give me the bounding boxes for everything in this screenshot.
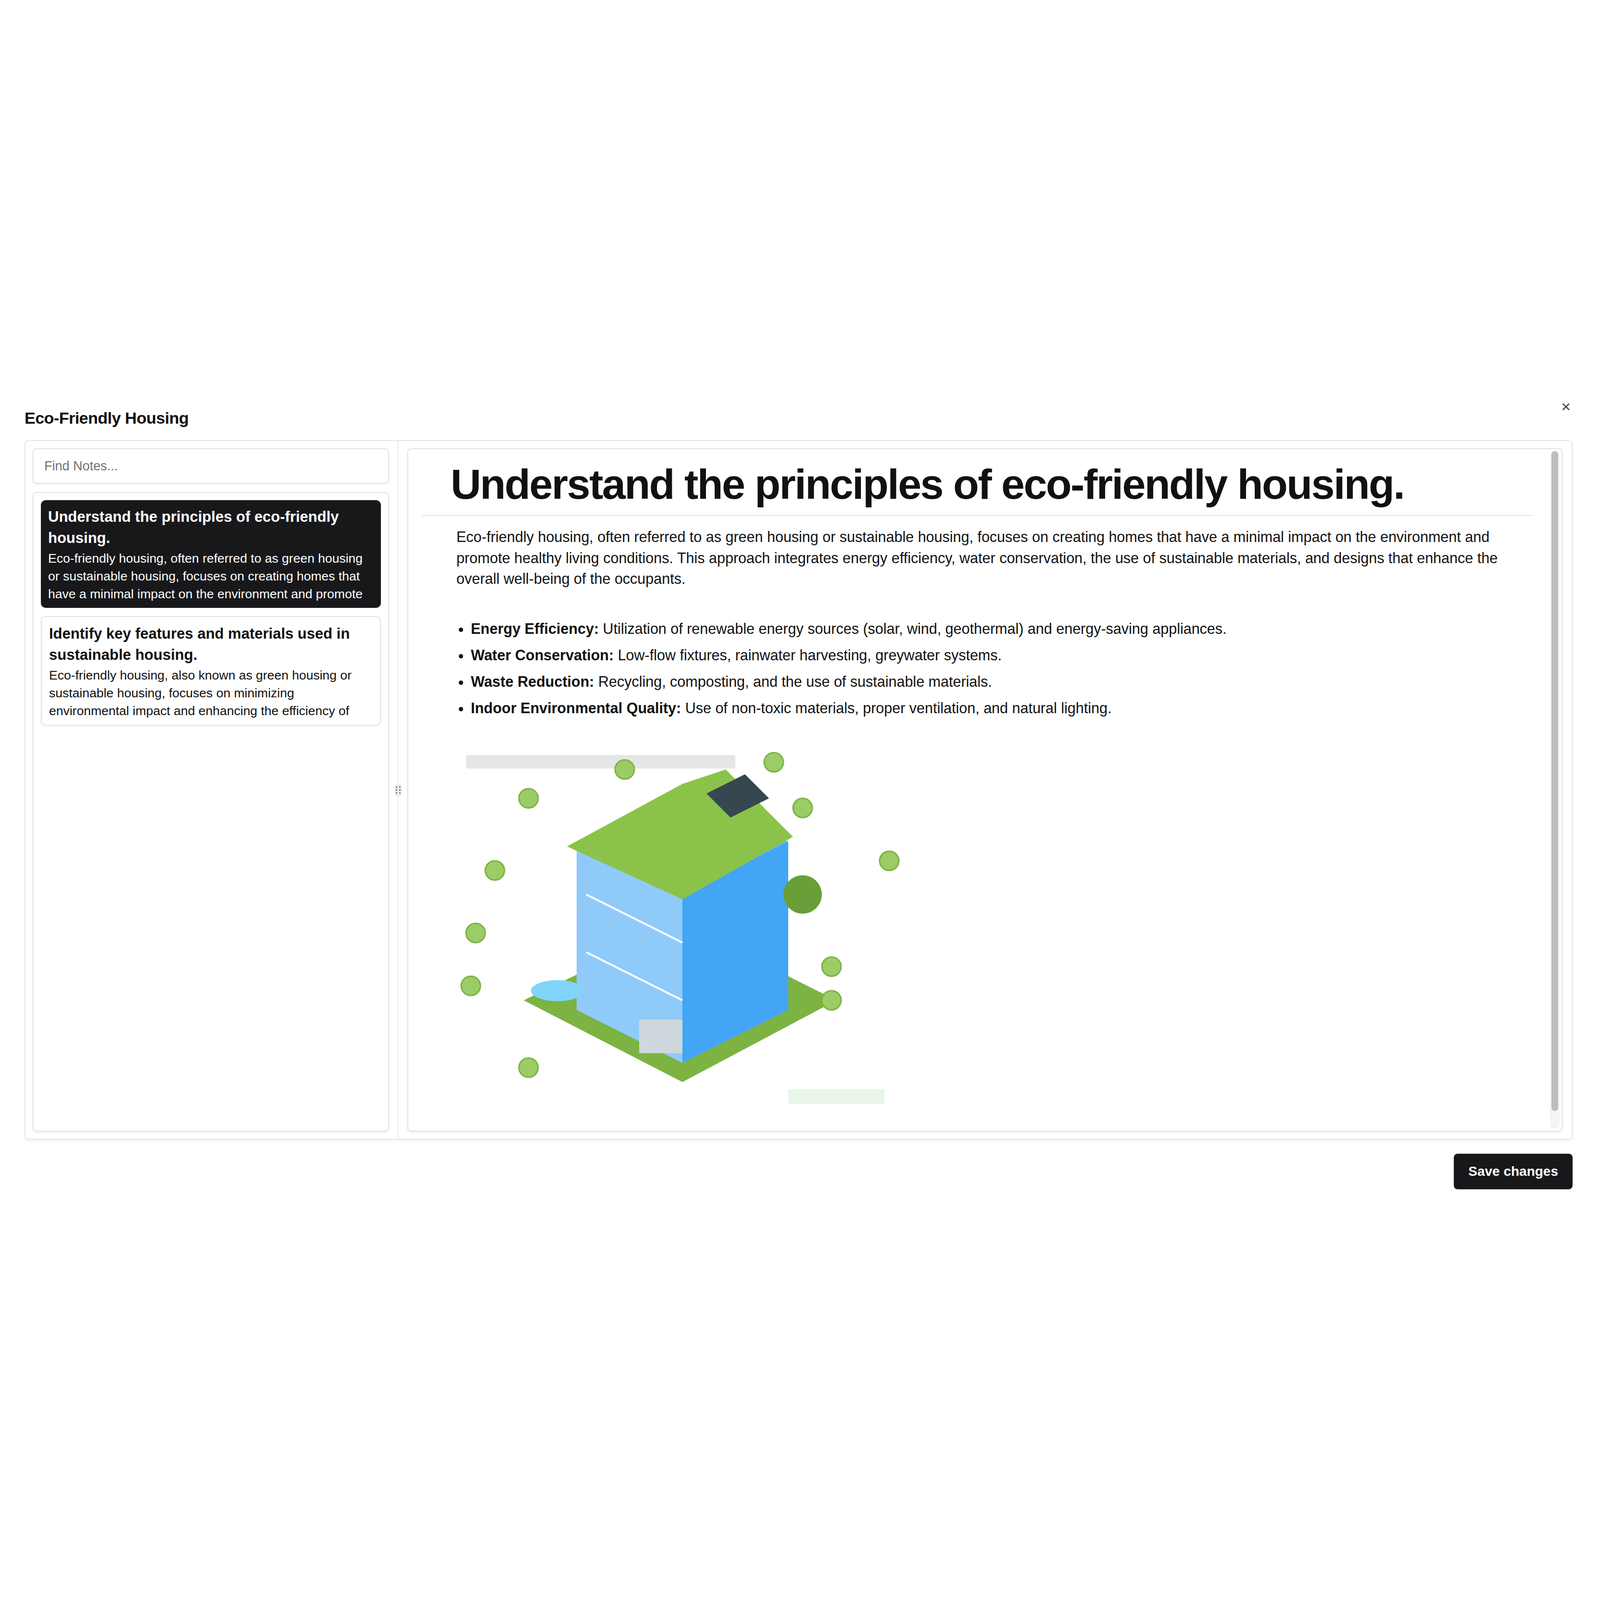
scrollbar[interactable] (1549, 451, 1560, 1129)
bullet-text: Utilization of renewable energy sources … (603, 620, 1227, 637)
search-input[interactable] (32, 448, 390, 484)
bullet-label: Water Conservation: (470, 646, 614, 664)
editor-content[interactable]: Understand the principles of eco-friendl… (408, 449, 1562, 1131)
notes-list: Understand the principles of eco-friendl… (32, 491, 390, 1132)
dialog-title: Eco-Friendly Housing (24, 408, 189, 428)
note-preview: Eco-friendly housing, often referred to … (48, 549, 374, 604)
note-title: Understand the principles of eco-friendl… (48, 506, 374, 549)
bullet-text: Use of non-toxic materials, proper venti… (685, 699, 1112, 717)
dialog: Eco-Friendly Housing× Understand the prin… (0, 403, 1600, 1190)
dialog-footer: Save changes (24, 1153, 1573, 1190)
note-title: Identify key features and materials used… (49, 623, 373, 666)
editor[interactable]: Understand the principles of eco-friendl… (407, 448, 1563, 1132)
note-heading[interactable]: Understand the principles of eco-friendl… (421, 455, 1533, 517)
intro-paragraph[interactable]: Eco-friendly housing, often referred to … (456, 526, 1533, 590)
close-icon[interactable]: × (1559, 398, 1573, 415)
grip-icon[interactable] (394, 784, 402, 796)
bullet-label: Waste Reduction: (470, 673, 594, 690)
bullet-item: Energy Efficiency: Utilization of renewa… (470, 615, 1533, 643)
sidebar: Understand the principles of eco-friendl… (32, 448, 390, 1132)
note-item[interactable]: Identify key features and materials used… (40, 616, 381, 726)
note-body: Eco-friendly housing, often referred to … (421, 526, 1533, 1116)
bullet-item: Waste Reduction: Recycling, composting, … (470, 668, 1533, 695)
resize-divider[interactable] (389, 448, 408, 1132)
bullet-label: Energy Efficiency: (470, 620, 599, 637)
bullet-item: Water Conservation: Low-flow fixtures, r… (470, 642, 1533, 669)
scrollbar-thumb[interactable] (1551, 451, 1559, 1111)
save-button[interactable]: Save changes (1453, 1153, 1573, 1190)
notes-panel: Understand the principles of eco-friendl… (24, 440, 1573, 1140)
note-item[interactable]: Understand the principles of eco-friendl… (40, 500, 381, 608)
bullet-label: Indoor Environmental Quality: (470, 699, 681, 717)
bullet-list: Energy Efficiency: Utilization of renewa… (456, 615, 1533, 722)
note-preview: Eco-friendly housing, also known as gree… (49, 666, 373, 720)
bullet-item: Indoor Environmental Quality: Use of non… (470, 694, 1533, 722)
bullet-text: Recycling, composting, and the use of su… (598, 673, 993, 690)
dialog-header: Eco-Friendly Housing× (24, 403, 1573, 433)
bullet-text: Low-flow fixtures, rainwater harvesting,… (617, 646, 1002, 664)
infographic-image (456, 750, 907, 1116)
